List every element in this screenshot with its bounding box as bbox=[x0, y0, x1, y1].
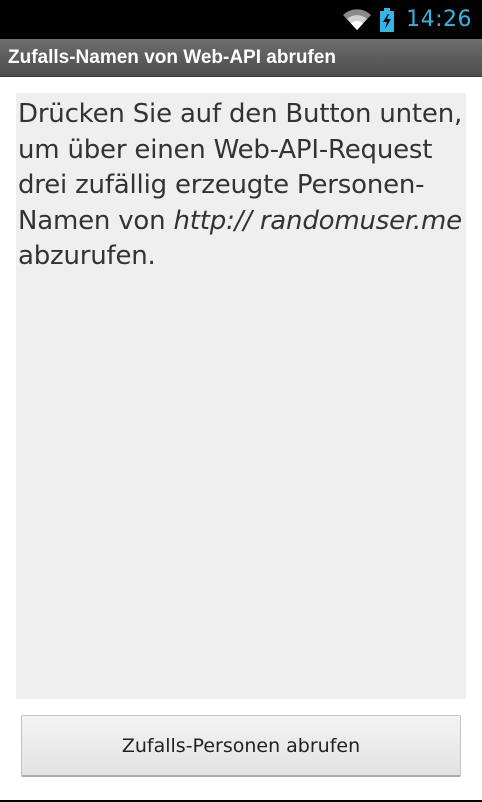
content-area: Drücken Sie auf den Button unten, um übe… bbox=[16, 93, 466, 699]
instruction-text-part2: abzurufen. bbox=[18, 241, 156, 271]
battery-charging-icon bbox=[380, 7, 395, 32]
randomuser-link-text: http:// randomuser.me bbox=[173, 205, 463, 236]
app-title: Zufalls-Namen von Web-API abrufen bbox=[8, 47, 336, 68]
status-icons: 14:26 bbox=[342, 0, 472, 39]
action-bar: Zufalls-Namen von Web-API abrufen bbox=[0, 39, 482, 77]
wifi-icon bbox=[343, 8, 372, 30]
instruction-text: Drücken Sie auf den Button unten, um übe… bbox=[16, 93, 466, 275]
fetch-random-persons-button[interactable]: Zufalls-Personen abrufen bbox=[21, 715, 461, 777]
status-bar: 14:26 bbox=[0, 0, 482, 39]
status-clock: 14:26 bbox=[406, 7, 472, 32]
fetch-button-label: Zufalls-Personen abrufen bbox=[121, 734, 361, 757]
